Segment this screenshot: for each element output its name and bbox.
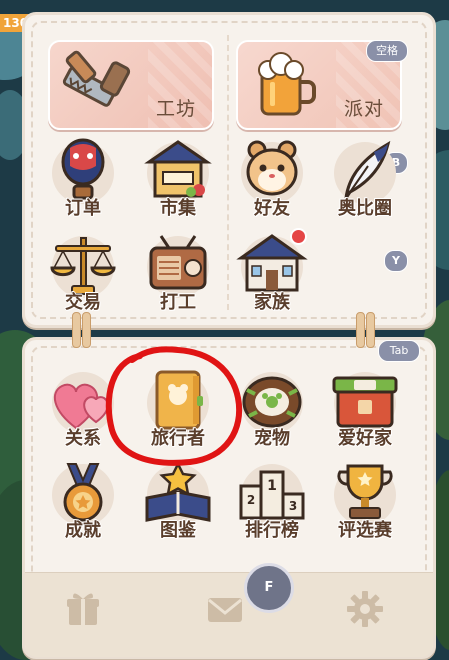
collection-label: 图鉴 [160, 520, 196, 541]
family-label: 家族 [254, 292, 290, 313]
mail-icon[interactable] [205, 589, 245, 629]
binder-ring [356, 312, 376, 348]
gift-icon[interactable] [63, 589, 103, 629]
contest-label: 评选赛 [338, 520, 392, 541]
space-key-hint: 空格 [366, 40, 408, 62]
party-label: 派对 [343, 98, 384, 120]
friends-label: 好友 [254, 198, 290, 219]
contest-button[interactable]: 评选赛 [322, 464, 408, 554]
beer-mug-icon [258, 52, 316, 116]
family-button[interactable]: 家族 [229, 234, 315, 326]
orders-label: 订单 [65, 198, 101, 219]
gear-icon[interactable] [345, 589, 385, 629]
obi-circle-label: 奥比圈 [338, 198, 392, 219]
market-label: 市集 [160, 198, 196, 219]
hobbyist-label: 爱好家 [338, 428, 392, 449]
pets-button[interactable]: 宠物 [229, 372, 315, 462]
obi-circle-button[interactable]: 奥比圈 [322, 140, 408, 232]
part-time-job-button[interactable]: 打工 [135, 235, 221, 326]
relationship-button[interactable]: 关系 [40, 372, 126, 462]
part-time-job-label: 打工 [160, 292, 196, 313]
workshop-label: 工坊 [155, 98, 196, 120]
collection-button[interactable]: 图鉴 [135, 461, 221, 554]
svg-text:1: 1 [267, 478, 277, 494]
orders-button[interactable]: 订单 [40, 138, 126, 232]
bottom-toolbar [25, 572, 433, 657]
workshop-card[interactable]: 工坊 [48, 40, 214, 130]
saw-icon [62, 50, 131, 107]
y-key-hint: Y [384, 250, 408, 272]
binder-ring [72, 312, 92, 348]
achievement-button[interactable]: 成就 [40, 463, 126, 554]
tab-key-hint: Tab [378, 340, 420, 362]
pets-label: 宠物 [254, 428, 290, 449]
market-button[interactable]: 市集 [135, 140, 221, 232]
svg-text:2: 2 [247, 493, 255, 507]
leaderboard-button[interactable]: 1 2 3 排行榜 [229, 464, 315, 554]
notification-badge [290, 228, 307, 245]
hobbyist-button[interactable]: 爱好家 [322, 372, 408, 462]
leaderboard-label: 排行榜 [245, 520, 299, 541]
relationship-label: 关系 [65, 428, 101, 449]
friends-button[interactable]: 好友 [229, 140, 315, 232]
achievement-label: 成就 [65, 520, 101, 541]
svg-text:3: 3 [289, 499, 297, 513]
traveler-button[interactable]: 旅行者 [135, 370, 221, 462]
f-key-hint[interactable]: F [244, 563, 294, 613]
traveler-label: 旅行者 [151, 428, 205, 449]
trade-label: 交易 [65, 292, 101, 313]
